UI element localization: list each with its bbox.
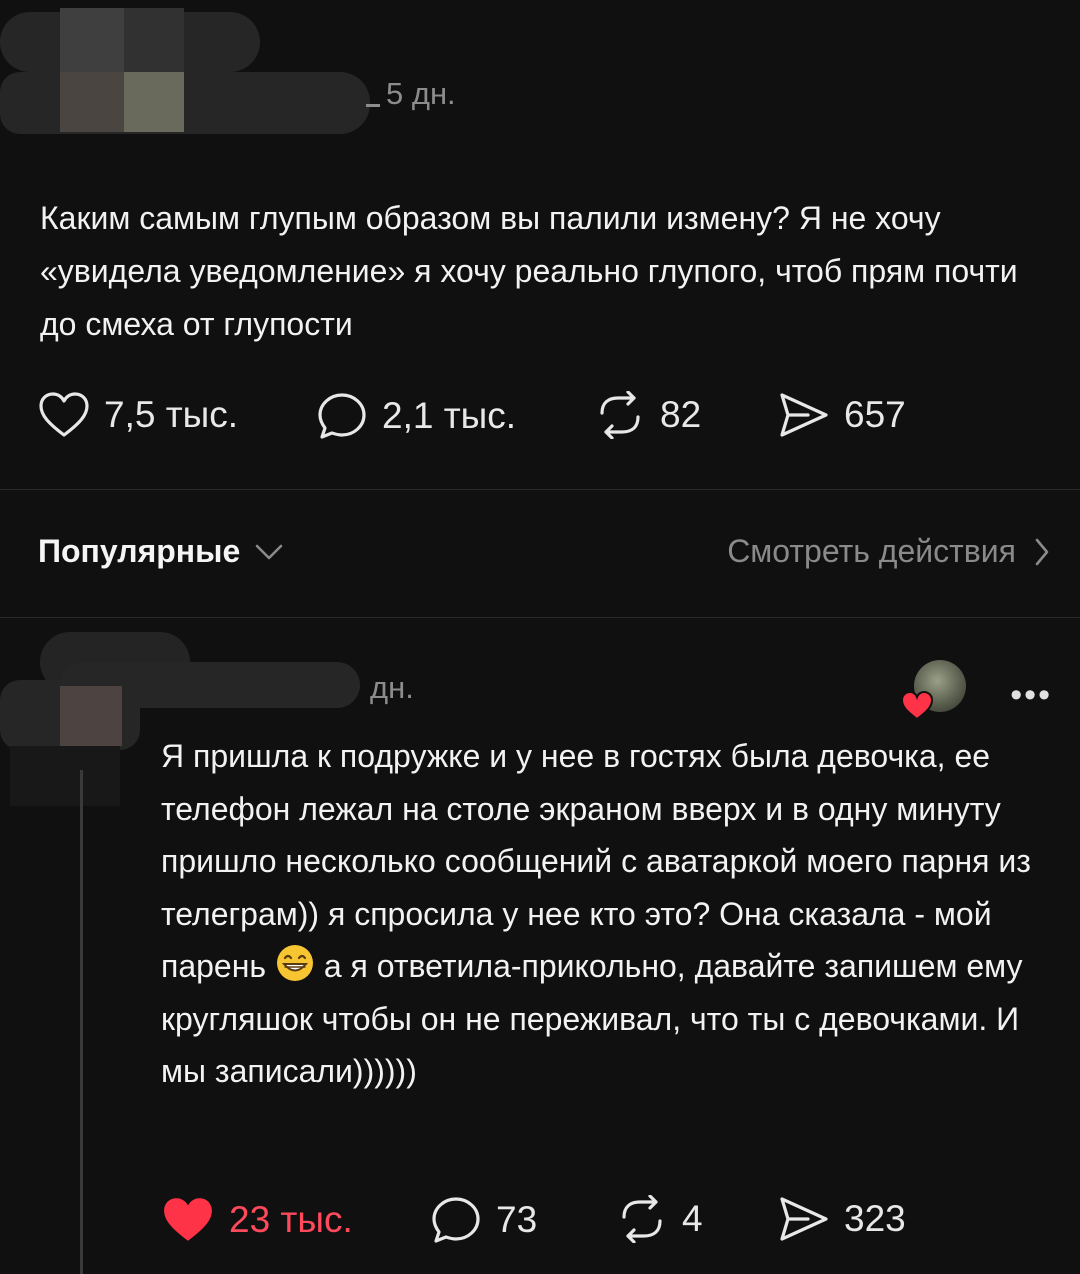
more-options-button[interactable]: ••• bbox=[1010, 676, 1052, 715]
grinning-emoji-icon bbox=[276, 945, 313, 981]
repost-button[interactable]: 82 bbox=[594, 391, 701, 439]
sort-dropdown[interactable]: Популярные bbox=[38, 533, 284, 570]
reply-like-count: 23 тыс. bbox=[229, 1199, 353, 1240]
like-count: 7,5 тыс. bbox=[104, 394, 239, 435]
reply-like-button[interactable]: 23 тыс. bbox=[161, 1195, 353, 1245]
view-activity-label: Смотреть действия bbox=[727, 533, 1016, 569]
heart-icon bbox=[164, 1198, 212, 1241]
reply-timestamp: дн. bbox=[370, 670, 414, 705]
post-body: Каким самым глупым образом вы палили изм… bbox=[40, 200, 1018, 342]
repost-count: 82 bbox=[660, 394, 702, 435]
reply-comment-button[interactable]: 73 bbox=[430, 1195, 537, 1245]
reply-comment-count: 73 bbox=[496, 1199, 538, 1240]
share-count: 657 bbox=[844, 394, 906, 435]
share-icon bbox=[780, 393, 828, 437]
reply-body: Я пришла к подружке и у нее в гостях был… bbox=[161, 730, 1051, 1098]
reply-share-count: 323 bbox=[844, 1198, 906, 1239]
heart-icon bbox=[900, 690, 934, 721]
view-activity-link[interactable]: Смотреть действия bbox=[727, 533, 1050, 570]
reply-share-button[interactable]: 323 bbox=[778, 1195, 906, 1243]
chevron-down-icon bbox=[255, 544, 283, 559]
share-button[interactable]: 657 bbox=[778, 391, 906, 439]
chevron-right-icon bbox=[1035, 538, 1049, 565]
divider bbox=[0, 617, 1080, 618]
reply-repost-count: 4 bbox=[682, 1198, 703, 1239]
liked-by-author-avatar bbox=[900, 660, 966, 726]
reply-repost-button[interactable]: 4 bbox=[616, 1195, 703, 1243]
heart-icon bbox=[39, 392, 89, 437]
repost-icon bbox=[622, 1195, 662, 1243]
post-timestamp: 5 дн. bbox=[386, 76, 456, 111]
comment-button[interactable]: 2,1 тыс. bbox=[316, 391, 516, 441]
sort-label: Популярные bbox=[38, 533, 241, 569]
divider bbox=[0, 489, 1080, 490]
like-button[interactable]: 7,5 тыс. bbox=[38, 391, 238, 439]
more-icon: ••• bbox=[1010, 676, 1052, 714]
thread-line bbox=[80, 770, 83, 1274]
repost-icon bbox=[600, 391, 640, 439]
comment-icon bbox=[318, 393, 366, 439]
comment-icon bbox=[432, 1197, 480, 1243]
comment-count: 2,1 тыс. bbox=[382, 395, 517, 436]
share-icon bbox=[780, 1197, 828, 1241]
